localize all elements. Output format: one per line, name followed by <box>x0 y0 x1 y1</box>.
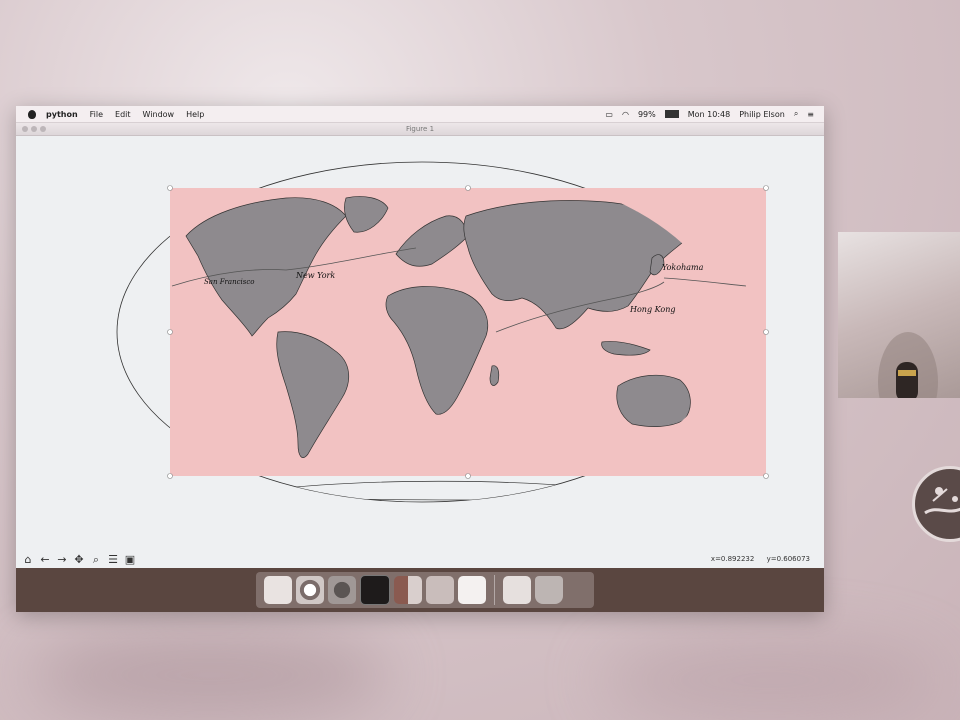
menu-help[interactable]: Help <box>186 110 204 119</box>
notification-center-icon[interactable]: ≡ <box>807 110 814 119</box>
menubar-clock[interactable]: Mon 10:48 <box>688 110 730 119</box>
resize-handle-bottom[interactable] <box>465 473 471 479</box>
resize-handle-bottom-right[interactable] <box>763 473 769 479</box>
figure-canvas[interactable]: San Francisco New York Yokohama Hong Kon… <box>16 136 824 552</box>
resize-handle-left[interactable] <box>167 329 173 335</box>
home-icon[interactable]: ⌂ <box>22 554 34 566</box>
conference-logo <box>912 466 960 542</box>
dock-area <box>16 568 824 612</box>
cursor-x: x=0.892232 <box>710 555 755 563</box>
menubar-app-name[interactable]: python <box>46 110 78 119</box>
save-icon[interactable]: ▣ <box>124 554 136 566</box>
madagascar-landmass <box>489 365 500 386</box>
back-icon[interactable]: ← <box>39 554 51 566</box>
menubar-user[interactable]: Philip Elson <box>739 110 785 119</box>
australia-landmass <box>616 374 691 427</box>
menu-file[interactable]: File <box>90 110 103 119</box>
document-icon[interactable] <box>458 576 486 604</box>
window-titlebar: Figure 1 <box>16 123 824 136</box>
antarctica-landmass <box>265 480 637 501</box>
resize-handle-top-left[interactable] <box>167 185 173 191</box>
speaker-webcam-thumbnail <box>838 232 960 432</box>
pan-icon[interactable]: ✥ <box>73 554 85 566</box>
resize-handle-top-right[interactable] <box>763 185 769 191</box>
label-san-francisco: San Francisco <box>204 278 254 286</box>
zoom-icon[interactable]: ⌕ <box>90 554 102 566</box>
forward-icon[interactable]: → <box>56 554 68 566</box>
system-preferences-icon[interactable] <box>328 576 356 604</box>
wifi-icon[interactable]: ◠ <box>622 110 629 119</box>
trash-icon[interactable] <box>535 576 563 604</box>
spotlight-icon[interactable]: ⌕ <box>794 109 798 119</box>
airplay-icon[interactable]: ▭ <box>605 110 613 119</box>
apple-icon[interactable] <box>28 109 36 119</box>
acrobat-icon[interactable] <box>426 576 454 604</box>
configure-icon[interactable]: ☰ <box>107 554 119 566</box>
battery-icon[interactable] <box>664 110 679 118</box>
finder-icon[interactable] <box>264 576 292 604</box>
menu-window[interactable]: Window <box>143 110 175 119</box>
cursor-coordinates: x=0.892232 y=0.606073 <box>701 555 810 563</box>
label-new-york: New York <box>295 271 335 280</box>
terminal-icon[interactable] <box>360 575 390 605</box>
chrome-icon[interactable] <box>296 576 324 604</box>
zoom-window-button[interactable] <box>40 126 46 132</box>
dock <box>256 572 594 608</box>
label-yokohama: Yokohama <box>662 263 704 272</box>
powerpoint-icon[interactable] <box>394 576 422 604</box>
matplotlib-toolbar: ⌂ ← → ✥ ⌕ ☰ ▣ <box>22 552 136 568</box>
dock-separator <box>494 575 495 605</box>
menubar: python File Edit Window Help ▭ ◠ 99% Mon… <box>16 106 824 123</box>
minimize-window-button[interactable] <box>31 126 37 132</box>
resize-handle-top[interactable] <box>465 185 471 191</box>
label-hong-kong: Hong Kong <box>629 305 675 314</box>
close-window-button[interactable] <box>22 126 28 132</box>
battery-percent[interactable]: 99% <box>638 110 656 119</box>
preview-icon[interactable] <box>503 576 531 604</box>
world-map-plot[interactable]: San Francisco New York Yokohama Hong Kon… <box>16 136 824 552</box>
window-title: Figure 1 <box>405 125 435 133</box>
resize-handle-bottom-left[interactable] <box>167 473 173 479</box>
backdrop-blur <box>600 640 940 720</box>
projected-screen: python File Edit Window Help ▭ ◠ 99% Mon… <box>16 106 824 612</box>
resize-handle-right[interactable] <box>763 329 769 335</box>
cursor-y: y=0.606073 <box>766 555 810 563</box>
menu-edit[interactable]: Edit <box>115 110 131 119</box>
backdrop-blur <box>30 630 390 720</box>
